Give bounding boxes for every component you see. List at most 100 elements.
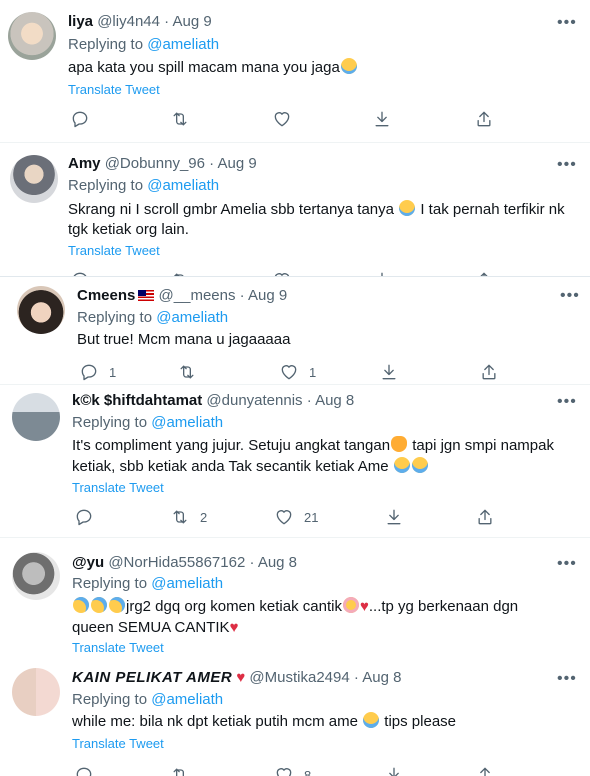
tweet-text-line: ...tp yg berkenaan dgn xyxy=(368,598,519,615)
more-options-icon[interactable]: ••• xyxy=(557,157,577,173)
display-name[interactable]: KAIN PELIKAT AMER xyxy=(72,669,232,686)
download-icon xyxy=(372,109,392,129)
mention-link[interactable]: @ameliath xyxy=(151,575,223,592)
download-icon xyxy=(384,507,404,527)
tweet-text-line: I tak pernah terfikir nk xyxy=(420,201,565,218)
translate-tweet-link[interactable]: Translate Tweet xyxy=(68,243,160,258)
tweet-text-line: Skrang ni I scroll gmbr Amelia sbb terta… xyxy=(68,201,394,218)
retweet-button[interactable] xyxy=(177,361,197,383)
avatar[interactable] xyxy=(12,668,60,716)
reply-button[interactable] xyxy=(74,764,94,776)
share-button[interactable] xyxy=(479,361,499,383)
tweet-date[interactable]: Aug 8 xyxy=(315,392,354,409)
tweet-date[interactable]: Aug 9 xyxy=(248,287,287,304)
retweet-button[interactable] xyxy=(170,764,190,776)
separator-dot: · xyxy=(164,13,170,30)
translate-tweet-link[interactable]: Translate Tweet xyxy=(72,480,164,495)
like-button[interactable] xyxy=(272,108,292,130)
download-button[interactable] xyxy=(372,108,392,130)
download-button[interactable] xyxy=(384,764,404,776)
action-bar xyxy=(68,269,508,276)
display-name[interactable]: @yu xyxy=(72,554,104,571)
more-options-icon[interactable]: ••• xyxy=(560,288,580,304)
reply-button[interactable]: 1 xyxy=(79,361,116,383)
tweet-text-line: while me: bila nk dpt ketiak putih mcm a… xyxy=(72,713,358,730)
retweet-icon xyxy=(170,507,190,527)
reply-button[interactable] xyxy=(70,108,90,130)
reply-button[interactable] xyxy=(70,269,90,276)
grinning-sweat-emoji xyxy=(73,597,89,613)
tweet-date[interactable]: Aug 9 xyxy=(172,13,211,30)
more-options-icon[interactable]: ••• xyxy=(557,556,577,572)
crying-face-emoji xyxy=(399,200,416,216)
handle[interactable]: @__meens xyxy=(159,287,236,304)
tweet-text-line2: ketiak, sbb ketiak anda Tak secantik ket… xyxy=(72,456,429,477)
display-name[interactable]: Amy xyxy=(68,155,101,172)
separator-dot: · xyxy=(239,287,245,304)
translate-tweet-link[interactable]: Translate Tweet xyxy=(72,736,164,751)
tweet-cmeens[interactable]: Cmeens @__meens · Aug 9 ••• Replying to … xyxy=(0,276,590,387)
avatar[interactable] xyxy=(12,552,60,600)
tweet-kok[interactable]: k©k $hiftdahtamat @dunyatennis · Aug 8 •… xyxy=(0,385,590,537)
avatar[interactable] xyxy=(12,393,60,441)
tweet-kain-pelikat-amer[interactable]: KAIN PELIKAT AMER ♥ @Mustika2494 · Aug 8… xyxy=(0,656,590,776)
mention-link[interactable]: @ameliath xyxy=(151,691,223,708)
share-button[interactable] xyxy=(475,764,495,776)
handle[interactable]: @Mustika2494 xyxy=(249,669,349,686)
retweet-button[interactable] xyxy=(170,269,190,276)
mention-link[interactable]: @ameliath xyxy=(147,177,219,194)
display-name[interactable]: Cmeens xyxy=(77,287,135,304)
share-button[interactable] xyxy=(475,506,495,528)
heart-icon xyxy=(272,109,292,129)
more-options-icon[interactable]: ••• xyxy=(557,671,577,687)
avatar[interactable] xyxy=(8,12,56,60)
retweet-button[interactable] xyxy=(170,108,190,130)
mention-link[interactable]: @ameliath xyxy=(151,414,223,431)
tears-of-joy-emoji xyxy=(363,712,380,728)
tweet-date[interactable]: Aug 8 xyxy=(258,554,297,571)
more-options-icon[interactable]: ••• xyxy=(557,15,577,31)
share-icon xyxy=(474,109,494,129)
handle[interactable]: @NorHida55867162 xyxy=(108,554,245,571)
action-bar: 8 xyxy=(72,764,502,776)
replying-to: Replying to @ameliath xyxy=(68,176,219,196)
tweet-liya[interactable]: liya @liy4n44 · Aug 9 ••• Replying to @a… xyxy=(0,0,590,140)
tweet-text-line: queen SEMUA CANTIK xyxy=(72,619,230,636)
display-name[interactable]: k©k $hiftdahtamat xyxy=(72,392,202,409)
tweet-text: Skrang ni I scroll gmbr Amelia sbb terta… xyxy=(68,199,565,220)
separator-dot: · xyxy=(209,155,215,172)
handle[interactable]: @liy4n44 xyxy=(97,13,160,30)
handle[interactable]: @dunyatennis xyxy=(206,392,302,409)
action-bar xyxy=(68,108,508,130)
tweet-header: k©k $hiftdahtamat @dunyatennis · Aug 8 xyxy=(72,391,354,411)
replying-prefix: Replying to xyxy=(72,691,148,708)
share-button[interactable] xyxy=(474,269,494,276)
tweet-date[interactable]: Aug 9 xyxy=(218,155,257,172)
download-button[interactable] xyxy=(384,506,404,528)
translate-tweet-link[interactable]: Translate Tweet xyxy=(72,640,164,655)
tweet-ayu[interactable]: @yu @NorHida55867162 · Aug 8 ••• Replyin… xyxy=(0,538,590,656)
mention-link[interactable]: @ameliath xyxy=(156,309,228,326)
tweet-text: apa kata you spill macam mana you jaga xyxy=(68,57,358,78)
display-name[interactable]: liya xyxy=(68,13,93,30)
retweet-button[interactable]: 2 xyxy=(170,506,207,528)
translate-tweet-link[interactable]: Translate Tweet xyxy=(68,82,160,97)
download-button[interactable] xyxy=(379,361,399,383)
like-button[interactable]: 1 xyxy=(279,361,316,383)
replying-prefix: Replying to xyxy=(68,36,144,53)
mention-link[interactable]: @ameliath xyxy=(147,36,219,53)
reply-button[interactable] xyxy=(74,506,94,528)
download-button[interactable] xyxy=(372,269,392,276)
tweet-text-line: ketiak, sbb ketiak anda Tak secantik ket… xyxy=(72,458,389,475)
tweet-header: Cmeens @__meens · Aug 9 xyxy=(77,286,287,306)
like-button[interactable]: 21 xyxy=(274,506,318,528)
like-button[interactable]: 8 xyxy=(274,764,311,776)
more-options-icon[interactable]: ••• xyxy=(557,394,577,410)
avatar[interactable] xyxy=(10,155,58,203)
tweet-amy[interactable]: Amy @Dobunny_96 · Aug 9 ••• Replying to … xyxy=(0,143,590,276)
share-button[interactable] xyxy=(474,108,494,130)
avatar[interactable] xyxy=(17,286,65,334)
handle[interactable]: @Dobunny_96 xyxy=(105,155,205,172)
like-button[interactable] xyxy=(272,269,292,276)
tweet-date[interactable]: Aug 8 xyxy=(362,669,401,686)
